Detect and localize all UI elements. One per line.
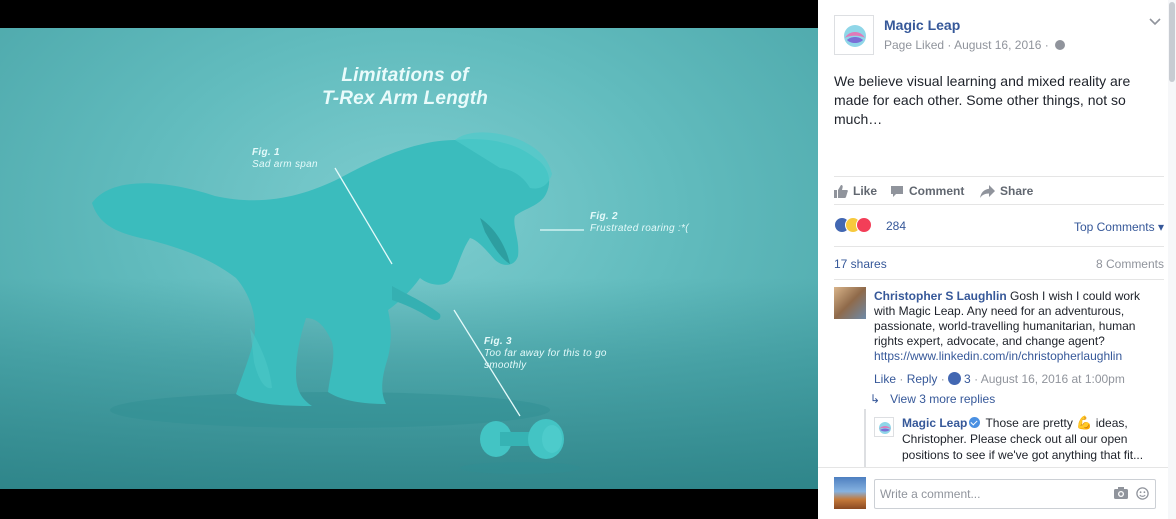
comment-like-link[interactable]: Like — [874, 372, 896, 386]
top-comments-dropdown[interactable]: Top Comments ▾ — [1074, 220, 1164, 234]
comment-sep: · — [896, 372, 907, 386]
scrollbar-thumb[interactable] — [1169, 2, 1175, 82]
fig2-label: Fig. 2 Frustrated roaring :*( — [590, 211, 689, 235]
view-more-replies-link[interactable]: ↳ View 3 more replies — [870, 392, 995, 406]
comment-sep: · — [970, 372, 981, 386]
post-sidebar: Magic Leap Page Liked · August 16, 2016 … — [818, 0, 1176, 519]
fig1-number: Fig. 1 — [252, 147, 280, 158]
comment-button-label: Comment — [909, 184, 965, 198]
trex-body — [92, 139, 550, 407]
dumbbell — [460, 419, 580, 474]
photo-title: Limitations of T-Rex Arm Length — [300, 64, 510, 110]
comment-like-count[interactable]: 3 — [964, 372, 971, 386]
fig3-number: Fig. 3 — [484, 336, 512, 347]
globe-icon — [1055, 40, 1066, 50]
comment-actions: Like · Reply · 3 · August 16, 2016 at 1:… — [874, 372, 1125, 386]
fig1-text: Sad arm span — [252, 159, 318, 170]
comment-like-count-icon — [948, 372, 962, 385]
fig3-text: Too far away for this to go smoothly — [484, 348, 607, 371]
like-button-label: Like — [853, 184, 878, 198]
comments-count[interactable]: 8 Comments — [1096, 257, 1164, 271]
post-header: Magic Leap Page Liked · August 16, 2016 … — [834, 12, 1164, 58]
fig1-label: Fig. 1 Sad arm span — [252, 147, 318, 171]
share-button[interactable]: Share — [980, 184, 1033, 198]
reply-avatar[interactable] — [874, 417, 894, 437]
comment-body: Christopher S Laughlin Gosh I wish I cou… — [874, 289, 1164, 364]
camera-icon[interactable] — [1114, 487, 1128, 499]
comment-composer — [818, 467, 1168, 519]
view-more-replies-label: View 3 more replies — [890, 392, 996, 406]
post-action-bar: Like Comment Share — [834, 176, 1164, 205]
flexed-biceps-icon: 💪 — [1076, 415, 1093, 430]
reply-author-link[interactable]: Magic Leap — [902, 416, 967, 430]
chevron-down-icon[interactable] — [1148, 16, 1162, 28]
meta-dot: · — [1041, 38, 1053, 52]
fig2-number: Fig. 2 — [590, 211, 618, 222]
magic-leap-logo-icon — [844, 25, 866, 47]
divider — [834, 279, 1164, 280]
like-button[interactable]: Like — [834, 184, 877, 198]
commenter-avatar[interactable] — [834, 287, 866, 319]
current-user-avatar[interactable] — [834, 477, 866, 509]
comment-author-link[interactable]: Christopher S Laughlin — [874, 289, 1007, 303]
post-meta: Page Liked · August 16, 2016 · — [884, 38, 1066, 52]
trex-photo[interactable]: Limitations of T-Rex Arm Length Fig. 1 S… — [0, 28, 818, 489]
page-liked-status: Page Liked — [884, 38, 945, 52]
fig3-label: Fig. 3 Too far away for this to go smoot… — [484, 336, 614, 372]
magic-leap-logo-icon — [879, 422, 891, 434]
reply-item: Magic Leap Those are pretty 💪 ideas, Chr… — [864, 409, 1154, 467]
sidebar-scrollbar[interactable] — [1168, 0, 1176, 519]
reply-arrow-icon: ↳ — [870, 392, 881, 406]
comment-button[interactable]: Comment — [890, 184, 964, 198]
meta-separator: · — [944, 38, 955, 52]
divider — [834, 246, 1164, 247]
photo-title-line1: Limitations of — [341, 65, 469, 86]
share-button-label: Share — [1000, 184, 1034, 198]
thumbs-up-icon — [834, 184, 848, 198]
reactions-row: 284 Top Comments ▾ — [834, 215, 1164, 237]
comment-sep: · — [937, 372, 949, 386]
comment-url-link[interactable]: https://www.linkedin.com/in/christopherl… — [874, 349, 1122, 363]
verified-badge-icon — [969, 417, 981, 428]
page-avatar[interactable] — [834, 15, 874, 55]
reply-body: Magic Leap Those are pretty 💪 ideas, Chr… — [902, 415, 1152, 463]
shares-link[interactable]: 17 shares — [834, 257, 887, 271]
comment-reply-link[interactable]: Reply — [907, 372, 938, 386]
share-arrow-icon — [980, 184, 995, 198]
love-reaction-icon[interactable] — [856, 217, 872, 233]
page-name-link[interactable]: Magic Leap — [884, 17, 960, 33]
reaction-count[interactable]: 284 — [886, 219, 906, 233]
comment-bubble-icon — [891, 185, 903, 197]
post-text: We believe visual learning and mixed rea… — [834, 73, 1131, 127]
comment-timestamp[interactable]: August 16, 2016 at 1:00pm — [981, 372, 1125, 386]
fig2-text: Frustrated roaring :*( — [590, 223, 689, 234]
sticker-icon[interactable] — [1136, 487, 1149, 500]
photo-viewer: Limitations of T-Rex Arm Length Fig. 1 S… — [0, 0, 818, 519]
reply-text-before: Those are pretty — [982, 416, 1077, 430]
photo-title-line2: T-Rex Arm Length — [321, 88, 489, 109]
post-date-link[interactable]: August 16, 2016 — [954, 38, 1041, 52]
